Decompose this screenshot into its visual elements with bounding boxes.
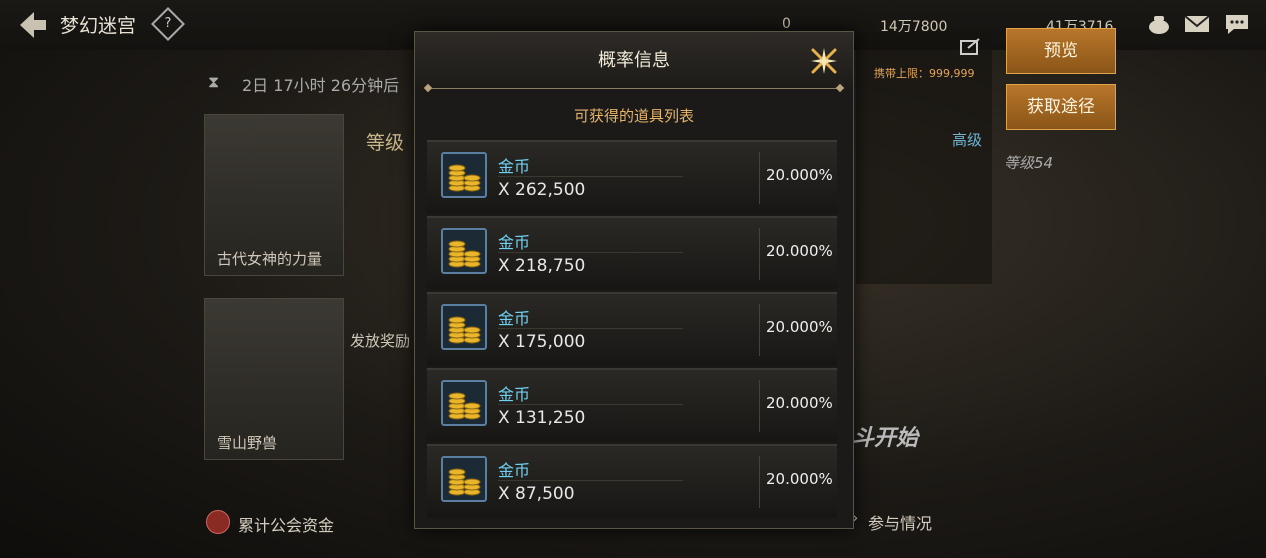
item-divider: [498, 252, 683, 253]
guild-fund-icon: [206, 510, 230, 534]
back-arrow-icon[interactable]: [14, 8, 50, 42]
list-item: 金币 X 218,750 20.000%: [427, 216, 837, 290]
hourglass-icon: ⧗: [208, 72, 220, 91]
column-divider: [759, 380, 760, 432]
item-probability: 20.000%: [766, 318, 833, 336]
item-divider: [498, 176, 683, 177]
grade-label: 高级: [952, 131, 983, 149]
modal-title: 概率信息: [598, 50, 670, 71]
gold-coins-icon[interactable]: [441, 380, 487, 426]
get-route-button[interactable]: 获取途径: [1006, 84, 1116, 130]
list-item: 金币 X 262,500 20.000%: [427, 140, 837, 214]
item-name: 金币: [498, 461, 531, 480]
item-probability: 20.000%: [766, 166, 833, 184]
close-icon[interactable]: [807, 44, 841, 78]
header-divider: [427, 88, 841, 89]
level-label: 等级54: [1004, 154, 1054, 172]
card-name: 古代女神的力量: [217, 250, 323, 268]
item-list[interactable]: 金币 X 262,500 20.000% 金币 X 218,750 20.000…: [427, 140, 841, 520]
dungeon-card-1[interactable]: 古代女神的力量: [204, 114, 344, 276]
item-quantity: X 131,250: [498, 408, 586, 428]
column-divider: [759, 304, 760, 356]
level-tag: 等级: [366, 132, 405, 154]
item-quantity: X 87,500: [498, 484, 575, 504]
chat-icon[interactable]: [1224, 12, 1250, 36]
list-item: 金币 X 175,000 20.000%: [427, 292, 837, 366]
timer-text: 2日 17小时 26分钟后: [242, 76, 400, 95]
resource-value-1: 0: [782, 16, 791, 32]
item-name: 金币: [498, 309, 531, 328]
gold-coins-icon[interactable]: [441, 152, 487, 198]
item-name: 金币: [498, 157, 531, 176]
list-item: 金币 X 87,500 20.000%: [427, 444, 837, 518]
help-icon[interactable]: ?: [151, 7, 185, 41]
column-divider: [759, 228, 760, 280]
item-name: 金币: [498, 233, 531, 252]
start-banner[interactable]: 斗开始: [852, 420, 918, 452]
gold-coins-icon[interactable]: [441, 304, 487, 350]
item-probability: 20.000%: [766, 470, 833, 488]
gold-coins-icon[interactable]: [441, 228, 487, 274]
item-quantity: X 175,000: [498, 332, 586, 352]
item-divider: [498, 480, 683, 481]
page-title: 梦幻迷宫: [60, 15, 137, 37]
reward-text: 发放奖励: [350, 332, 411, 350]
gold-coins-icon[interactable]: [441, 456, 487, 502]
preview-button[interactable]: 预览: [1006, 28, 1116, 74]
item-name: 金币: [498, 385, 531, 404]
item-quantity: X 262,500: [498, 180, 586, 200]
list-item: 金币 X 131,250 20.000%: [427, 368, 837, 442]
dungeon-card-2[interactable]: 雪山野兽: [204, 298, 344, 460]
guild-fund-label: 累计公会资金: [238, 516, 335, 535]
modal-header: 概率信息: [415, 32, 853, 88]
right-info-panel: 携带上限：999,999 高级: [856, 32, 992, 284]
probability-modal: 概率信息 可获得的道具列表 金币 X 262,500 20.000% 金币 X …: [414, 31, 854, 529]
card-name: 雪山野兽: [217, 434, 278, 452]
column-divider: [759, 456, 760, 508]
carry-limit: 携带上限：999,999: [874, 67, 975, 80]
column-divider: [759, 152, 760, 204]
item-probability: 20.000%: [766, 394, 833, 412]
item-quantity: X 218,750: [498, 256, 586, 276]
list-subtitle: 可获得的道具列表: [573, 107, 694, 125]
participation-link[interactable]: 参与情况: [868, 510, 932, 534]
item-divider: [498, 328, 683, 329]
mail-icon[interactable]: [1184, 12, 1210, 36]
pot-icon[interactable]: [1146, 12, 1172, 36]
item-probability: 20.000%: [766, 242, 833, 260]
edit-icon[interactable]: [960, 38, 982, 56]
item-divider: [498, 404, 683, 405]
